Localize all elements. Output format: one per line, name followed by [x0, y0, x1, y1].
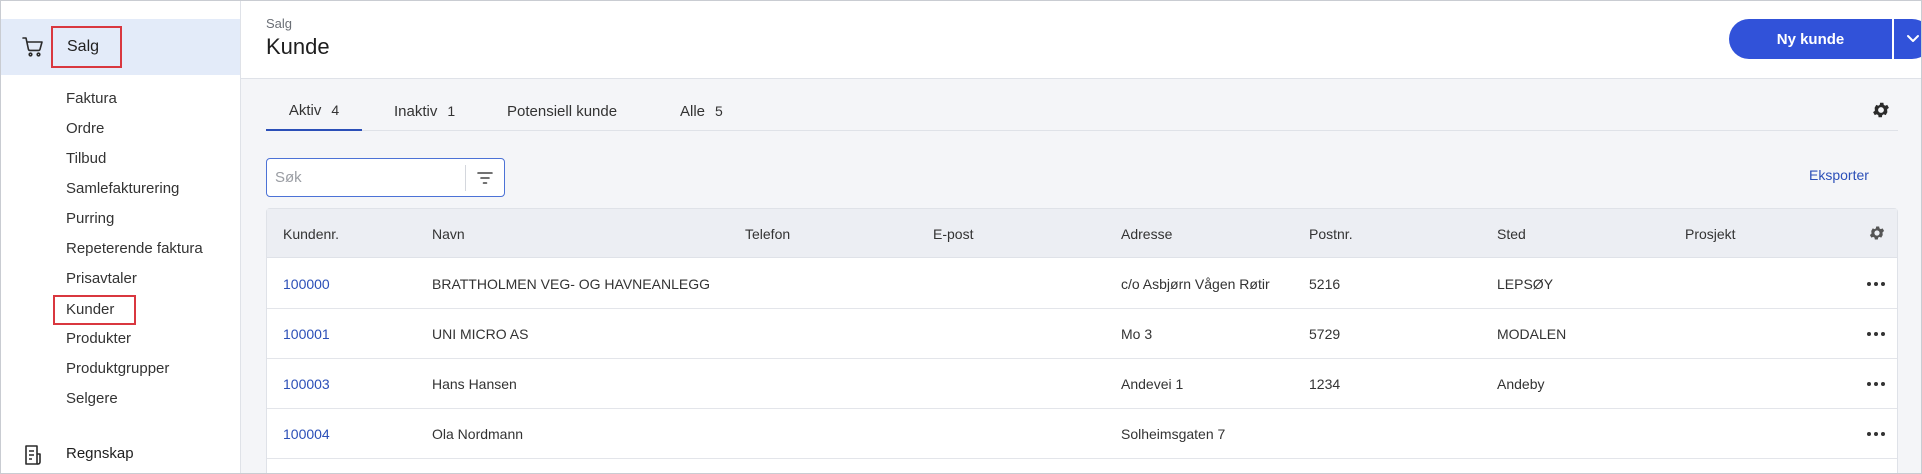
export-link[interactable]: Eksporter — [1809, 167, 1869, 183]
cell-adresse: c/o Asbjørn Vågen Røtir — [1121, 276, 1270, 292]
breadcrumb[interactable]: Salg — [266, 16, 292, 31]
page-title: Kunde — [266, 34, 330, 59]
column-header-epost[interactable]: E-post — [933, 226, 973, 242]
cell-postnr: 5216 — [1309, 276, 1341, 292]
sidebar-item-produkter[interactable]: Produkter — [66, 328, 131, 350]
sidebar: Salg Faktura Ordre Tilbud Samlefaktureri… — [1, 1, 241, 473]
cell-kundenr[interactable]: 100004 — [283, 426, 330, 442]
sidebar-group-label: Salg — [51, 26, 122, 68]
column-header-postnr[interactable]: Postnr. — [1309, 226, 1353, 242]
cell-navn: UNI MICRO AS — [432, 326, 529, 342]
cell-adresse: Mo 3 — [1121, 326, 1153, 342]
tab-label: Aktiv — [288, 101, 322, 119]
cell-sted: LEPSØY — [1497, 276, 1554, 292]
sidebar-item-samlefakturering[interactable]: Samlefakturering — [66, 178, 179, 200]
table-row[interactable]: 100001 UNI MICRO AS Mo 3 5729 MODALEN — [267, 309, 1897, 359]
cell-adresse: Andevei 1 — [1121, 376, 1184, 392]
more-horizontal-icon[interactable] — [1865, 277, 1887, 291]
search-box — [266, 158, 505, 197]
cell-sted: MODALEN — [1497, 326, 1567, 342]
sidebar-item-prisavtaler[interactable]: Prisavtaler — [66, 268, 137, 290]
column-header-adresse[interactable]: Adresse — [1121, 226, 1172, 242]
search-input[interactable] — [275, 165, 460, 189]
status-tabs: Aktiv 4 Inaktiv 1 Potensiell kunde Alle … — [266, 91, 1898, 131]
sidebar-item-produktgrupper[interactable]: Produktgrupper — [66, 358, 169, 380]
sidebar-item-purring[interactable]: Purring — [66, 208, 114, 230]
tab-label: Potensiell kunde — [507, 102, 618, 120]
sidebar-group-label-regnskap: Regnskap — [66, 445, 134, 462]
filter-icon[interactable] — [475, 168, 495, 188]
table-row[interactable]: 100003 Hans Hansen Andevei 1 1234 Andeby — [267, 359, 1897, 409]
column-header-sted[interactable]: Sted — [1497, 226, 1526, 242]
tab-count: 1 — [447, 103, 456, 119]
app-window: Salg Faktura Ordre Tilbud Samlefaktureri… — [0, 0, 1922, 474]
chevron-down-icon — [1907, 35, 1919, 42]
gear-icon[interactable] — [1868, 224, 1886, 242]
cell-adresse: Solheimsgaten 7 — [1121, 426, 1226, 442]
sidebar-group-salg[interactable]: Salg — [1, 19, 240, 75]
sidebar-item-repeterende-faktura[interactable]: Repeterende faktura — [66, 238, 203, 260]
table-row[interactable]: 100000 BRATTHOLMEN VEG- OG HAVNEANLEGG c… — [267, 259, 1897, 309]
tab-label: Alle — [680, 102, 706, 120]
column-header-prosjekt[interactable]: Prosjekt — [1685, 226, 1736, 242]
cell-navn: BRATTHOLMEN VEG- OG HAVNEANLEGG — [432, 276, 710, 292]
cell-kundenr[interactable]: 100003 — [283, 376, 330, 392]
sidebar-item-ordre[interactable]: Ordre — [66, 118, 104, 140]
sidebar-item-selgere[interactable]: Selgere — [66, 388, 118, 410]
sidebar-item-faktura[interactable]: Faktura — [66, 88, 117, 110]
sidebar-group-regnskap[interactable]: Regnskap — [1, 441, 240, 471]
tab-alle[interactable]: Alle 5 — [680, 91, 723, 131]
cell-postnr: 1234 — [1309, 376, 1341, 392]
column-header-telefon[interactable]: Telefon — [745, 226, 790, 242]
cell-sted: Andeby — [1497, 376, 1545, 392]
cart-icon — [22, 37, 43, 57]
page-header: Salg Kunde Ny kunde — [241, 1, 1921, 79]
document-icon — [25, 445, 41, 465]
more-horizontal-icon[interactable] — [1865, 327, 1887, 341]
cell-postnr: 5729 — [1309, 326, 1341, 342]
cell-navn: Ola Nordmann — [432, 426, 524, 442]
new-customer-dropdown-button[interactable] — [1894, 19, 1921, 59]
table-header: Kundenr. Navn Telefon E-post Adresse Pos… — [267, 209, 1897, 258]
tab-label: Inaktiv — [394, 102, 438, 120]
tab-count: 4 — [331, 102, 340, 118]
cell-kundenr[interactable]: 100000 — [283, 276, 330, 292]
sidebar-item-kunder[interactable]: Kunder — [53, 295, 136, 325]
column-header-kundenr[interactable]: Kundenr. — [283, 226, 339, 242]
tab-aktiv[interactable]: Aktiv 4 — [266, 91, 362, 131]
cell-kundenr[interactable]: 100001 — [283, 326, 330, 342]
tab-potensiell-kunde[interactable]: Potensiell kunde — [507, 91, 617, 131]
customer-table: Kundenr. Navn Telefon E-post Adresse Pos… — [266, 208, 1898, 473]
new-customer-button[interactable]: Ny kunde — [1729, 19, 1892, 59]
table-row[interactable]: 100004 Ola Nordmann Solheimsgaten 7 — [267, 409, 1897, 459]
gear-icon[interactable] — [1871, 100, 1891, 120]
search-divider — [465, 165, 466, 191]
cell-navn: Hans Hansen — [432, 376, 517, 392]
column-header-navn[interactable]: Navn — [432, 226, 465, 242]
tab-count: 5 — [715, 103, 723, 119]
more-horizontal-icon[interactable] — [1865, 377, 1887, 391]
more-horizontal-icon[interactable] — [1865, 427, 1887, 441]
tab-inaktiv[interactable]: Inaktiv 1 — [394, 91, 455, 131]
sidebar-item-tilbud[interactable]: Tilbud — [66, 148, 106, 170]
